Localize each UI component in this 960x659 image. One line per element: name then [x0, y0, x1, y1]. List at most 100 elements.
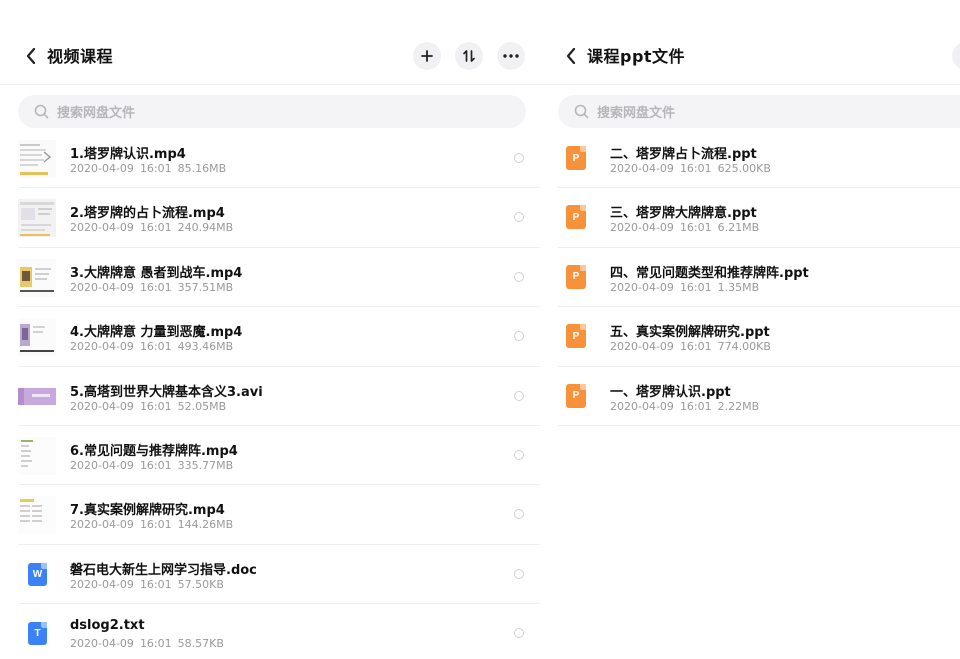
select-radio[interactable] [514, 390, 524, 401]
add-button[interactable] [413, 42, 441, 70]
file-meta: 2020-04-09 16:01 493.46MB [70, 340, 239, 353]
select-radio[interactable] [514, 568, 524, 579]
file-name: 7.真实案例解牌研究.mp4 [70, 503, 225, 519]
file-date: 2020-04-09 [70, 458, 134, 472]
file-meta: 2020-04-09 16:01 85.16MB [70, 162, 232, 175]
video-thumbnail [18, 436, 56, 475]
file-row[interactable]: 7.真实案例解牌研究.mp4 2020-04-09 16:01 144.26MB [0, 485, 540, 545]
file-name: 2.塔罗牌的占卜流程.mp4 [70, 206, 225, 222]
icon-letter: P [572, 211, 580, 223]
file-time: 16:01 [139, 518, 172, 532]
file-date: 2020-04-09 [70, 162, 134, 175]
ppt-file-icon: P [566, 324, 586, 349]
file-name: 6.常见问题与推荐牌阵.mp4 [70, 443, 238, 459]
file-row[interactable]: P 四、常见问题类型和推荐牌阵.ppt 2020-04-09 16:01 1.35M… [540, 248, 960, 308]
file-row[interactable]: 1.塔罗牌认识.mp4 2020-04-09 16:01 85.16MB [0, 129, 540, 189]
plus-icon [421, 50, 433, 62]
back-icon[interactable] [20, 44, 42, 68]
file-meta: 2020-04-09 16:01 625.00KB [610, 162, 777, 175]
file-time: 16:01 [139, 458, 172, 472]
file-row[interactable]: 2.塔罗牌的占卜流程.mp4 2020-04-09 16:01 240.94MB [0, 188, 540, 248]
file-time: 16:01 [139, 399, 172, 413]
header-divider [540, 84, 960, 85]
file-row[interactable]: P 五、真实案例解牌研究.ppt 2020-04-09 16:01 774.00KB [540, 307, 960, 367]
file-size: 493.46MB [177, 340, 234, 354]
file-row[interactable]: 6.常见问题与推荐牌阵.mp4 2020-04-09 16:01 335.77MB [0, 426, 540, 486]
file-size: 85.16MB [177, 162, 227, 175]
select-radio[interactable] [514, 271, 524, 282]
file-row[interactable]: T dslog2.txt 2020-04-09 16:01 58.57KB [0, 604, 540, 659]
select-radio[interactable] [514, 331, 524, 342]
file-date: 2020-04-09 [70, 518, 134, 532]
file-size: 144.26MB [177, 518, 234, 532]
back-icon[interactable] [560, 44, 582, 68]
file-row[interactable]: P 一、塔罗牌认识.ppt 2020-04-09 16:01 2.22MB [540, 367, 960, 426]
file-name: 3.大牌牌意 愚者到战车.mp4 [70, 265, 243, 281]
ppt-file-icon: P [566, 383, 586, 408]
file-name: 二、塔罗牌占卜流程.ppt [610, 147, 757, 162]
file-size: 625.00KB [717, 162, 771, 175]
file-date: 2020-04-09 [70, 637, 134, 651]
video-thumbnail [18, 377, 56, 416]
file-time: 16:01 [679, 280, 712, 294]
file-time: 16:01 [139, 637, 172, 651]
file-row[interactable]: 3.大牌牌意 愚者到战车.mp4 2020-04-09 16:01 357.51MB [0, 248, 540, 308]
file-name: 4.大牌牌意 力量到恶魔.mp4 [70, 325, 243, 341]
search-icon [33, 104, 49, 120]
file-date: 2020-04-09 [70, 399, 134, 413]
page-title: 视频课程 [47, 47, 114, 66]
file-row[interactable]: W 磐石电大新生上网学习指导.doc 2020-04-09 16:01 57.50K… [0, 545, 540, 605]
ppt-file-icon: P [566, 205, 586, 230]
icon-letter: T [34, 628, 41, 640]
file-time: 16:01 [679, 162, 712, 175]
file-meta: 2020-04-09 16:01 2.22MB [610, 400, 765, 413]
row-divider [558, 424, 960, 426]
file-name: 5.高塔到世界大牌基本含义3.avi [70, 384, 263, 400]
search-input[interactable]: 搜索网盘文件 [18, 95, 526, 128]
file-size: 774.00KB [717, 340, 771, 354]
add-button[interactable] [952, 42, 960, 70]
file-size: 6.21MB [717, 221, 760, 235]
select-radio[interactable] [514, 153, 524, 163]
icon-letter: P [572, 330, 580, 342]
file-date: 2020-04-09 [610, 340, 674, 354]
search-input[interactable]: 搜索网盘文件 [558, 95, 960, 128]
file-row[interactable]: 5.高塔到世界大牌基本含义3.avi 2020-04-09 16:01 52.05M… [0, 367, 540, 426]
right-header: 课程ppt文件 [540, 30, 960, 82]
file-size: 58.57KB [177, 637, 224, 651]
file-date: 2020-04-09 [70, 340, 134, 354]
file-date: 2020-04-09 [610, 162, 674, 175]
text-file-icon: T [28, 622, 47, 646]
more-button[interactable] [497, 42, 525, 70]
file-date: 2020-04-09 [610, 221, 674, 235]
file-meta: 2020-04-09 16:01 52.05MB [70, 400, 232, 413]
word-doc-icon: W [28, 562, 47, 586]
select-radio[interactable] [514, 509, 524, 520]
file-date: 2020-04-09 [610, 280, 674, 294]
select-radio[interactable] [514, 449, 524, 460]
ppt-file-icon: P [566, 264, 586, 289]
file-size: 240.94MB [177, 221, 234, 235]
file-size: 357.51MB [177, 280, 234, 294]
file-row[interactable]: 4.大牌牌意 力量到恶魔.mp4 2020-04-09 16:01 493.46MB [0, 307, 540, 367]
file-size: 57.50KB [177, 577, 224, 591]
file-name: 五、真实案例解牌研究.ppt [610, 325, 770, 341]
file-size: 2.22MB [717, 399, 760, 413]
icon-letter: P [572, 390, 580, 402]
file-time: 16:01 [139, 340, 172, 354]
file-row[interactable]: P 二、塔罗牌占卜流程.ppt 2020-04-09 16:01 625.00KB [540, 129, 960, 189]
video-thumbnail [18, 140, 56, 178]
file-row[interactable]: P 三、塔罗牌大牌牌意.ppt 2020-04-09 16:01 6.21MB [540, 188, 960, 248]
sort-button[interactable] [455, 42, 483, 70]
file-time: 16:01 [139, 577, 172, 591]
file-name: 一、塔罗牌认识.ppt [610, 384, 731, 400]
search-placeholder: 搜索网盘文件 [57, 106, 136, 121]
select-radio[interactable] [514, 212, 524, 223]
file-size: 335.77MB [177, 458, 234, 472]
header-divider [0, 84, 540, 85]
video-thumbnail [18, 318, 56, 357]
file-time: 16:01 [139, 162, 172, 175]
select-radio[interactable] [514, 628, 524, 639]
file-list: P 二、塔罗牌占卜流程.ppt 2020-04-09 16:01 625.00KB … [540, 129, 960, 426]
file-meta: 2020-04-09 16:01 57.50KB [70, 578, 230, 591]
